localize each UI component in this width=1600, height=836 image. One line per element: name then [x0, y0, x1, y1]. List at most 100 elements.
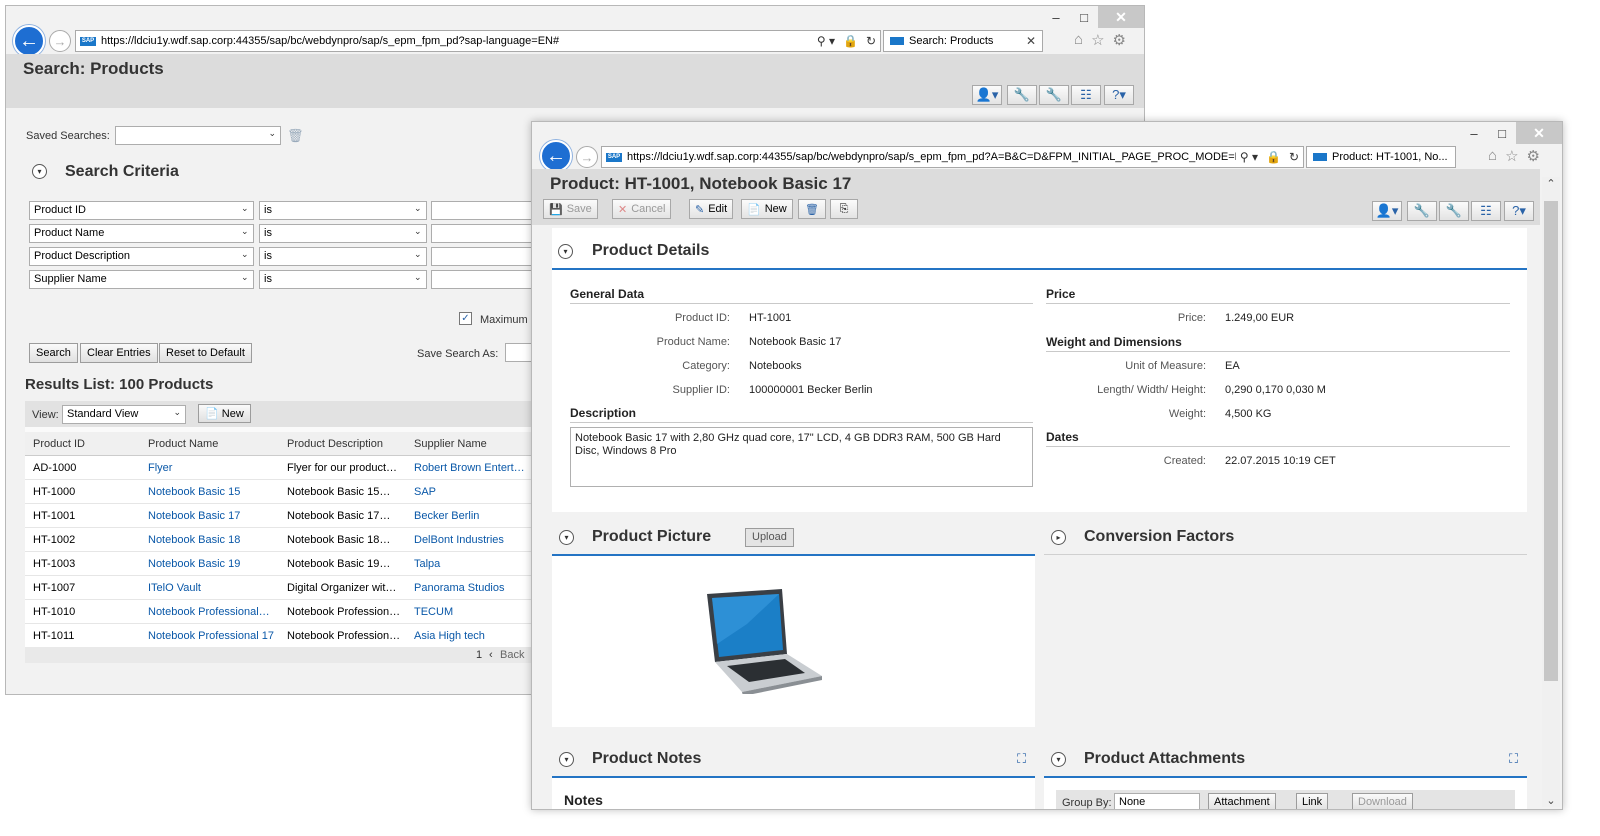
tab-close-icon[interactable]: ✕ [1448, 150, 1455, 164]
table-cell-link[interactable]: Notebook Basic 18 [148, 534, 278, 546]
table-row[interactable]: HT-1002 Notebook Basic 18 Notebook Basic 1… [25, 528, 545, 552]
table-cell-link[interactable]: Talpa [414, 558, 539, 570]
tab-close-icon[interactable]: ✕ [1020, 34, 1036, 48]
column-header[interactable]: Product Name [148, 438, 218, 450]
refresh-icon[interactable]: ↻ [862, 34, 880, 48]
home-icon[interactable]: ⌂ [1074, 31, 1083, 49]
close-button[interactable]: ✕ [1098, 6, 1144, 28]
table-row[interactable]: HT-1000 Notebook Basic 15 Notebook Basic 1… [25, 480, 545, 504]
column-header[interactable]: Product Description [287, 438, 383, 450]
criteria-field-select[interactable]: Product Description [29, 247, 254, 266]
table-row[interactable]: HT-1010 Notebook Professional… Notebook Pr… [25, 600, 545, 624]
collapse-icon[interactable]: ▾ [558, 244, 573, 259]
group-by-select[interactable]: None [1114, 793, 1200, 809]
trash-icon[interactable]: 🗑 [287, 128, 304, 144]
description-text[interactable]: Notebook Basic 17 with 2,80 GHz quad cor… [570, 427, 1033, 487]
table-row[interactable]: HT-1007 ITelO Vault Digital Organizer wit…… [25, 576, 545, 600]
favorites-star-icon[interactable]: ☆ [1091, 31, 1104, 49]
wrench-icon[interactable]: 🔧 [1407, 201, 1437, 221]
maximize-button[interactable]: □ [1070, 6, 1098, 28]
clear-entries-button[interactable]: Clear Entries [80, 343, 158, 363]
cancel-button[interactable]: ✕ Cancel [612, 199, 672, 219]
view-select[interactable]: Standard View ⌄ [62, 405, 186, 424]
table-row[interactable]: HT-1011 Notebook Professional 17 Notebook … [25, 624, 545, 648]
add-attachment-button[interactable]: Attachment [1208, 793, 1276, 809]
back-arrow-icon[interactable]: ← [13, 25, 45, 57]
criteria-operator-select[interactable]: is [259, 201, 427, 220]
table-cell-link[interactable]: Notebook Professional 17 [148, 630, 278, 642]
personalize-icon[interactable]: 👤▾ [972, 85, 1002, 105]
table-cell-link[interactable]: Flyer [148, 462, 278, 474]
criteria-field-select[interactable]: Product Name [29, 224, 254, 243]
column-header[interactable]: Supplier Name [414, 438, 487, 450]
expand-icon[interactable]: ▸ [1051, 530, 1066, 545]
column-header[interactable]: Product ID [33, 438, 85, 450]
criteria-field-select[interactable]: Supplier Name [29, 270, 254, 289]
adapt-wrench-icon[interactable]: 🔧 [1039, 85, 1069, 105]
scroll-up-icon[interactable]: ⌃ [1544, 177, 1558, 190]
copy-button[interactable]: ⎘ [830, 199, 858, 219]
home-icon[interactable]: ⌂ [1488, 147, 1497, 165]
address-bar[interactable]: SAP https://ldciu1y.wdf.sap.corp:44355/s… [601, 146, 1304, 168]
settings-gear-icon[interactable]: ⚙ [1113, 31, 1126, 49]
saved-searches-select[interactable]: ⌄ [115, 126, 281, 145]
table-cell-link[interactable]: Becker Berlin [414, 510, 539, 522]
save-button[interactable]: 💾 Save [543, 199, 598, 219]
delete-button[interactable]: 🗑 [798, 199, 826, 219]
table-cell-link[interactable]: Notebook Basic 15 [148, 486, 278, 498]
criteria-field-select[interactable]: Product ID [29, 201, 254, 220]
reset-to-default-button[interactable]: Reset to Default [159, 343, 252, 363]
close-button[interactable]: ✕ [1516, 122, 1562, 144]
forward-arrow-icon[interactable]: → [49, 30, 71, 52]
minimize-button[interactable]: – [1460, 122, 1488, 144]
table-cell-link[interactable]: Robert Brown Entert… [414, 462, 539, 474]
scroll-down-icon[interactable]: ⌄ [1544, 794, 1558, 807]
maximize-panel-icon[interactable]: ⛶ [1017, 751, 1026, 767]
criteria-value-input[interactable] [431, 247, 541, 266]
criteria-operator-select[interactable]: is [259, 247, 427, 266]
table-cell-link[interactable]: Notebook Basic 17 [148, 510, 278, 522]
hierarchy-icon[interactable]: ☷ [1471, 201, 1501, 221]
table-row[interactable]: HT-1001 Notebook Basic 17 Notebook Basic 1… [25, 504, 545, 528]
favorites-star-icon[interactable]: ☆ [1505, 147, 1518, 165]
pager-back-icon[interactable]: ‹ [489, 649, 493, 661]
table-row[interactable]: AD-1000 Flyer Flyer for our product… Robert… [25, 456, 545, 480]
upload-button[interactable]: Upload [745, 528, 794, 547]
browser-tab[interactable]: Search: Products ✕ [883, 30, 1043, 52]
forward-arrow-icon[interactable]: → [576, 146, 598, 168]
browser-tab[interactable]: Product: HT-1001, No... ✕ [1306, 146, 1456, 168]
search-dropdown-icon[interactable]: ⚲ ▾ [813, 34, 839, 48]
collapse-icon[interactable]: ▾ [559, 530, 574, 545]
table-cell-link[interactable]: Asia High tech [414, 630, 539, 642]
criteria-operator-select[interactable]: is [259, 270, 427, 289]
edit-button[interactable]: ✎ Edit [689, 199, 734, 219]
collapse-icon[interactable]: ▾ [1051, 752, 1066, 767]
maximize-button[interactable]: □ [1488, 122, 1516, 144]
table-cell-link[interactable]: ITelO Vault [148, 582, 278, 594]
address-bar[interactable]: SAP https://ldciu1y.wdf.sap.corp:44355/s… [75, 30, 881, 52]
back-arrow-icon[interactable]: ← [540, 140, 572, 172]
table-cell-link[interactable]: DelBont Industries [414, 534, 539, 546]
collapse-icon[interactable]: ▾ [32, 164, 47, 179]
table-cell-link[interactable]: Panorama Studios [414, 582, 539, 594]
adapt-wrench-icon[interactable]: 🔧 [1439, 201, 1469, 221]
criteria-value-input[interactable] [431, 224, 541, 243]
table-cell-link[interactable]: Notebook Professional… [148, 606, 278, 618]
new-button[interactable]: 📄 New [198, 404, 251, 423]
criteria-value-input[interactable] [431, 201, 541, 220]
add-link-button[interactable]: Link [1296, 793, 1329, 809]
wrench-icon[interactable]: 🔧 [1007, 85, 1037, 105]
criteria-value-input[interactable] [431, 270, 541, 289]
table-row[interactable]: HT-1003 Notebook Basic 19 Notebook Basic 1… [25, 552, 545, 576]
maximum-checkbox[interactable]: ✓ [459, 312, 472, 325]
hierarchy-icon[interactable]: ☷ [1071, 85, 1101, 105]
collapse-icon[interactable]: ▾ [559, 752, 574, 767]
criteria-operator-select[interactable]: is [259, 224, 427, 243]
table-cell-link[interactable]: TECUM [414, 606, 539, 618]
maximize-panel-icon[interactable]: ⛶ [1509, 751, 1518, 767]
table-cell-link[interactable]: Notebook Basic 19 [148, 558, 278, 570]
search-button[interactable]: Search [29, 343, 78, 363]
personalize-icon[interactable]: 👤▾ [1372, 201, 1402, 221]
minimize-button[interactable]: – [1042, 6, 1070, 28]
help-icon[interactable]: ?▾ [1104, 85, 1134, 105]
